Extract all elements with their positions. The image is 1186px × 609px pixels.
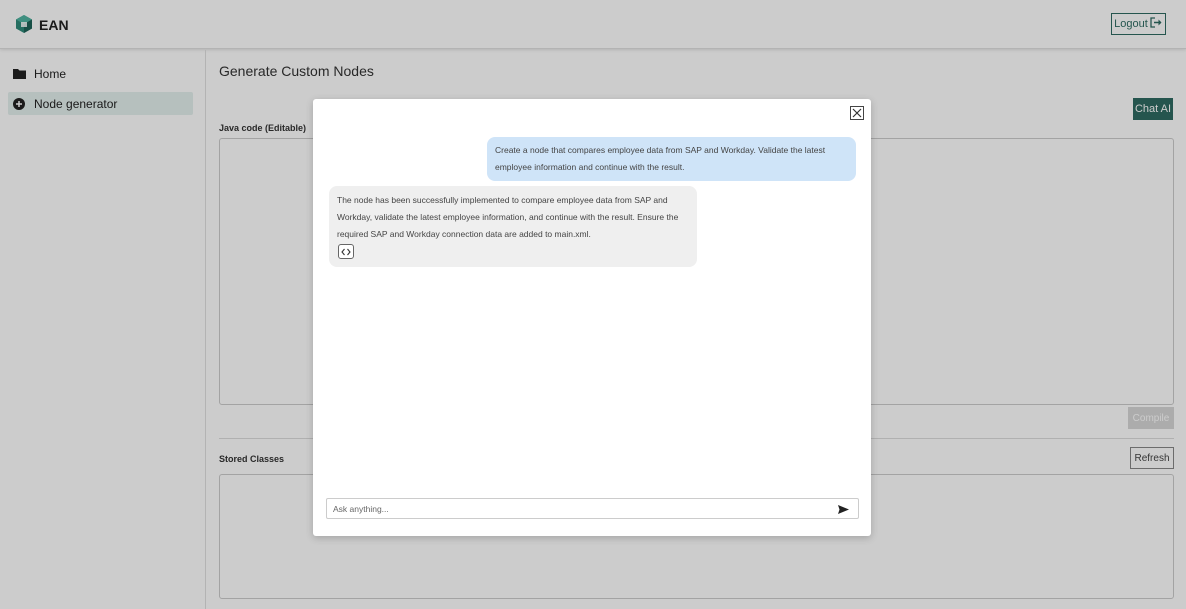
chat-input-container bbox=[326, 498, 859, 519]
view-code-button[interactable] bbox=[338, 244, 354, 259]
send-icon bbox=[837, 502, 849, 517]
chat-message-assistant: The node has been successfully implement… bbox=[329, 186, 697, 267]
chat-message-user: Create a node that compares employee dat… bbox=[487, 137, 856, 181]
close-button[interactable] bbox=[850, 106, 864, 120]
chat-input[interactable] bbox=[333, 502, 823, 516]
close-icon bbox=[852, 106, 862, 121]
code-brackets-icon bbox=[341, 244, 351, 259]
chat-ai-modal: Create a node that compares employee dat… bbox=[313, 99, 871, 536]
assistant-message-text: The node has been successfully implement… bbox=[337, 195, 679, 240]
send-button[interactable] bbox=[836, 503, 850, 515]
